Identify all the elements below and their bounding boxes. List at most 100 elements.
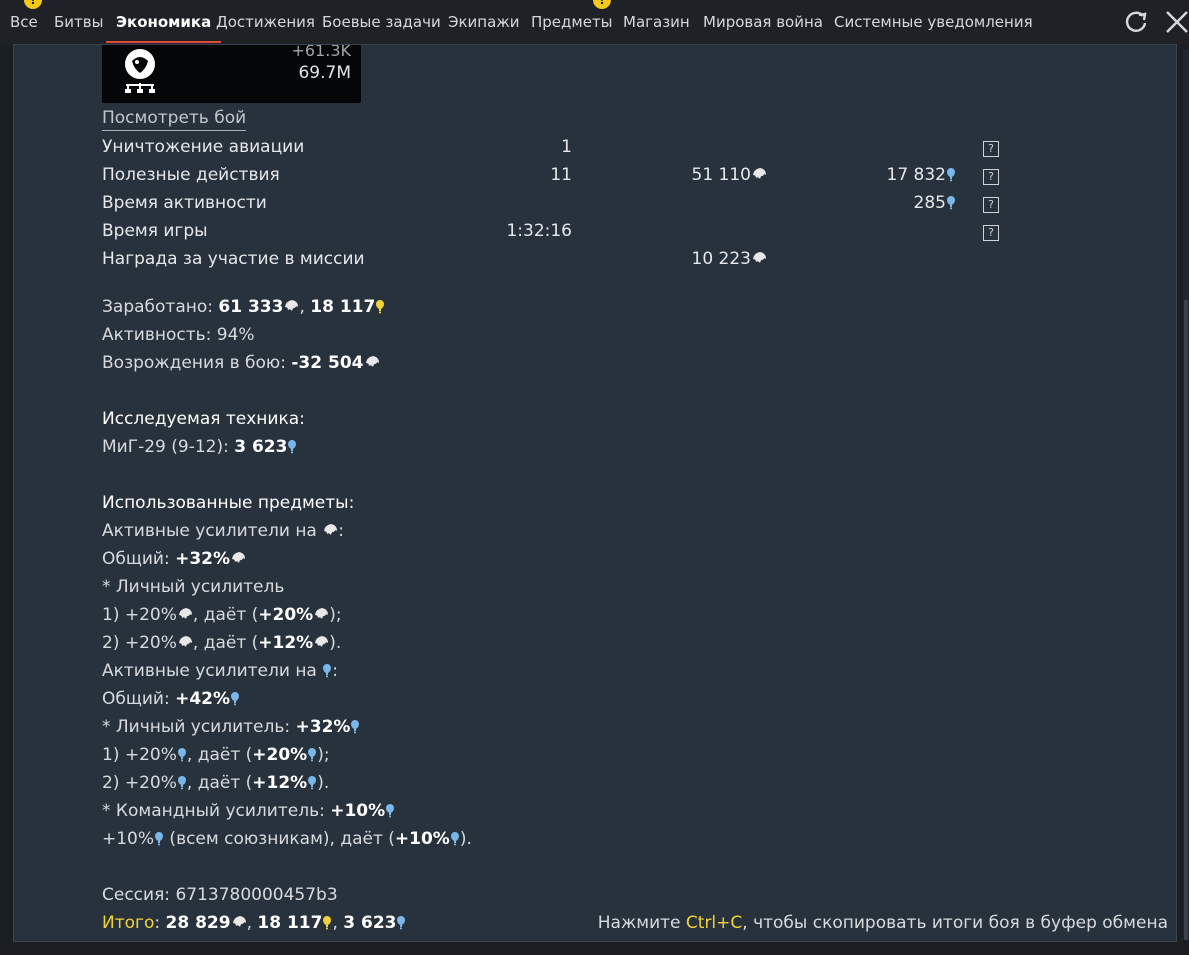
research-vehicle-rp: 3 623 [234, 437, 288, 457]
research-points-icon [177, 748, 186, 762]
lion-icon [753, 168, 766, 179]
activity-line: Активность: 94% [102, 325, 255, 345]
tab-economy[interactable]: Экономика [106, 0, 222, 44]
colon: : [338, 521, 344, 541]
lion-emblem-icon [125, 49, 155, 93]
help-icon[interactable]: ? [983, 169, 999, 185]
team-booster-label: * Командный усилитель: [102, 801, 331, 821]
booster-value: 1) +20% [102, 605, 177, 625]
research-points-icon [288, 440, 297, 454]
research-points-icon [155, 832, 164, 846]
booster-value: 1) +20% [102, 745, 177, 765]
close-icon[interactable] [1160, 6, 1189, 38]
team-booster-value: +10% [330, 801, 386, 821]
tab-label: Все [10, 13, 38, 31]
total-rp: 3 623 [343, 913, 397, 933]
lion-total-line: Общий: +32% [102, 549, 246, 569]
items-heading: Использованные предметы: [102, 493, 355, 513]
research-heading: Исследуемая техника: [102, 409, 305, 429]
activity-label: Активность: [102, 325, 217, 345]
research-points-icon [947, 196, 955, 210]
scrollbar-thumb[interactable] [1184, 300, 1188, 940]
respawns-line: Возрождения в бою: -32 504 [102, 353, 380, 373]
tab-crews[interactable]: Экипажи [448, 0, 520, 44]
help-icon[interactable]: ? [983, 197, 999, 213]
respawns-label: Возрождения в бою: [102, 353, 292, 373]
stats-lions-value: 10 223 [691, 249, 751, 269]
session-line: Сессия: 6713780000457b3 [102, 885, 338, 905]
tab-label: Предметы [531, 13, 613, 31]
booster-gives: , даёт ( [186, 745, 253, 765]
stats-label: Полезные действия [102, 165, 280, 185]
lion-boosters-label: Активные усилители на [102, 521, 323, 541]
total-bulb: 18 117 [257, 913, 323, 933]
stats-label: Время игры [102, 221, 208, 241]
activity-value: 94% [216, 325, 255, 345]
lightbulb-icon [323, 916, 332, 930]
stats-rp: 285 [914, 193, 956, 213]
booster-end: ); [329, 605, 342, 625]
research-points-icon [351, 720, 360, 734]
research-points-icon [308, 748, 317, 762]
view-battle-link[interactable]: Посмотреть бой [102, 108, 247, 131]
research-points-icon [397, 916, 406, 930]
booster-end: ); [317, 745, 330, 765]
tab-shop[interactable]: Магазин [623, 0, 690, 44]
stats-count: 1:32:16 [506, 221, 572, 241]
stats-lions: 10 223 [692, 249, 767, 269]
booster-gives: , даёт ( [186, 773, 253, 793]
booster-effect: +12% [252, 773, 308, 793]
team-booster-detail: +10% (всем союзникам), даёт (+10%). [102, 829, 472, 849]
player-card-earned: +61.3K [291, 44, 351, 60]
booster-gives: (всем союзникам), даёт ( [164, 829, 395, 849]
rp-personal-label: * Личный усилитель: [102, 717, 296, 737]
total-label: Общий: [102, 549, 176, 569]
tab-battle-tasks[interactable]: Боевые задачи [322, 0, 441, 44]
total-label: Итого [102, 913, 155, 933]
refresh-icon[interactable] [1120, 6, 1152, 38]
colon: : [332, 661, 338, 681]
stats-rp-value: 285 [913, 193, 946, 213]
lion-icon [315, 636, 329, 647]
booster-gives: , даёт ( [192, 633, 259, 653]
session-label: Сессия: [102, 885, 176, 905]
tab-items[interactable]: ! Предметы [531, 0, 613, 44]
tab-label: Боевые задачи [322, 13, 441, 31]
research-points-icon [323, 664, 332, 678]
alert-icon: ! [593, 0, 611, 9]
total-label: Общий: [102, 689, 176, 709]
research-points-icon [386, 804, 395, 818]
session-id: 6713780000457b3 [175, 885, 338, 905]
tab-label: Магазин [623, 13, 690, 31]
stats-row: Награда за участие в миссии 10 223 [102, 249, 1102, 277]
tab-label: Мировая война [703, 13, 823, 31]
tab-battles[interactable]: Битвы [54, 0, 103, 44]
tab-achievements[interactable]: Достижения [216, 0, 315, 44]
research-vehicle: МиГ-29 (9-12): [102, 437, 235, 457]
lion-icon [178, 608, 192, 619]
copy-hint: Нажмите Ctrl+C, чтобы скопировать итоги … [598, 913, 1168, 933]
tab-label: Системные уведомления [834, 13, 1033, 31]
stats-row: Время игры 1:32:16 ? [102, 221, 1102, 249]
research-points-icon [231, 692, 240, 706]
booster-effect: +20% [252, 745, 308, 765]
active-tab-underline [106, 41, 222, 43]
booster-effect: +10% [394, 829, 450, 849]
lion-boosters-line: Активные усилители на : [102, 521, 344, 541]
total-lions: 28 829 [165, 913, 231, 933]
lion-icon [365, 356, 379, 367]
help-icon[interactable]: ? [983, 141, 999, 157]
help-icon[interactable]: ? [983, 225, 999, 241]
lion-personal-line: * Личный усилитель [102, 577, 285, 597]
booster-effect: +12% [258, 633, 314, 653]
stats-lions: 51 110 [692, 165, 767, 185]
tab-system-notifications[interactable]: Системные уведомления [834, 0, 1033, 44]
tab-all[interactable]: ! Все [10, 0, 42, 44]
stats-rp-value: 17 832 [886, 165, 946, 185]
tab-world-war[interactable]: Мировая война [703, 0, 823, 44]
booster-end: ). [329, 633, 342, 653]
research-points-icon [177, 776, 186, 790]
lion-icon [285, 300, 299, 311]
lion-icon [232, 916, 246, 927]
total-line: Итого: 28 829, 18 117, 3 623 [102, 913, 406, 933]
